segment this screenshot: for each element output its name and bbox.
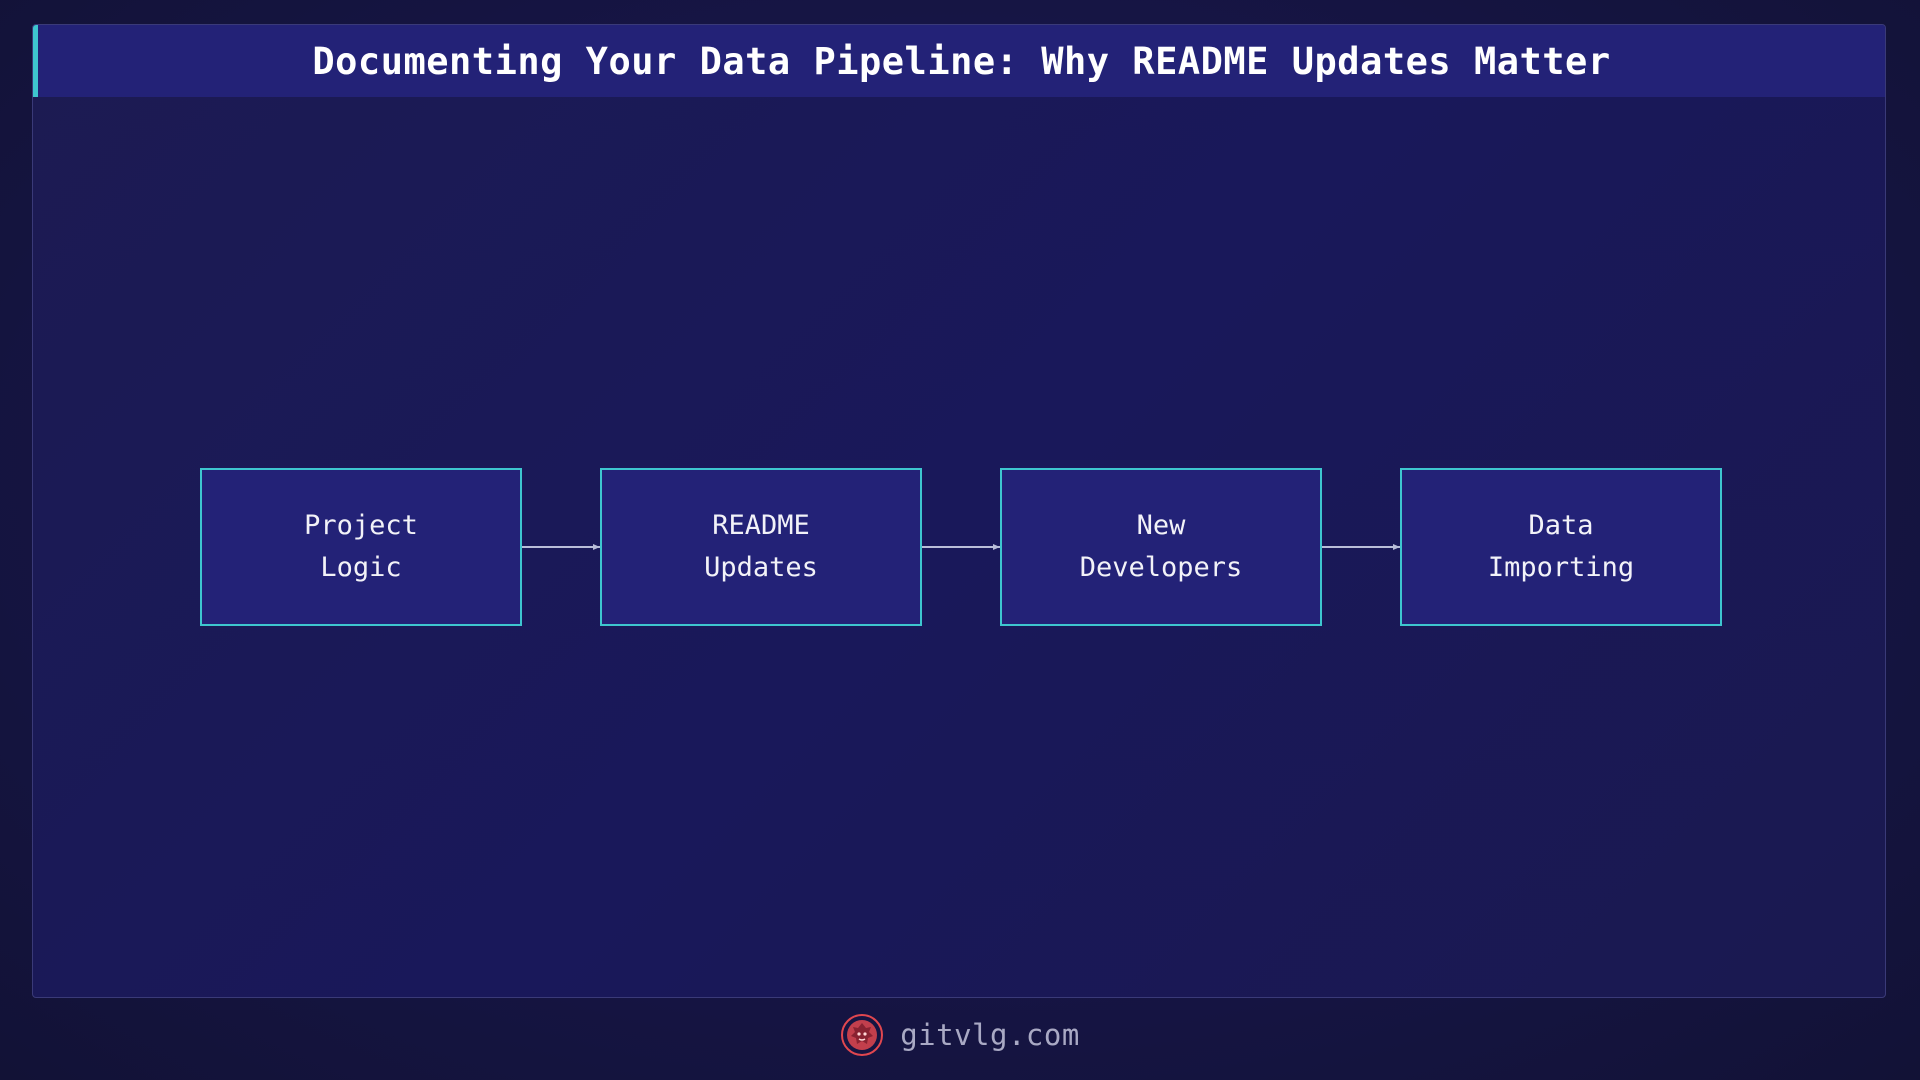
node-readme-updates: README Updates — [600, 468, 922, 626]
flow-diagram: Project Logic README Updates New Develop… — [33, 25, 1885, 997]
node-label-line-2: Importing — [1487, 552, 1635, 583]
node-label-line-2: Developers — [1079, 552, 1243, 583]
node-new-developers: New Developers — [1000, 468, 1322, 626]
footer: gitvlg.com — [0, 1010, 1920, 1060]
node-label-line-1: Data — [1528, 510, 1594, 541]
node-label-line-1: New — [1136, 510, 1186, 541]
node-project-logic: Project Logic — [200, 468, 522, 626]
node-label-line-1: Project — [304, 510, 418, 541]
lion-logo-icon — [841, 1014, 884, 1056]
node-data-importing: Data Importing — [1400, 468, 1722, 626]
diagram-card: Documenting Your Data Pipeline: Why READ… — [32, 24, 1886, 998]
node-label-line-2: Updates — [704, 552, 818, 583]
node-label-line-1: README — [712, 510, 810, 541]
node-label-line-2: Logic — [320, 552, 402, 583]
footer-site-link[interactable]: gitvlg.com — [900, 1018, 1080, 1052]
page: Documenting Your Data Pipeline: Why READ… — [0, 0, 1920, 1080]
